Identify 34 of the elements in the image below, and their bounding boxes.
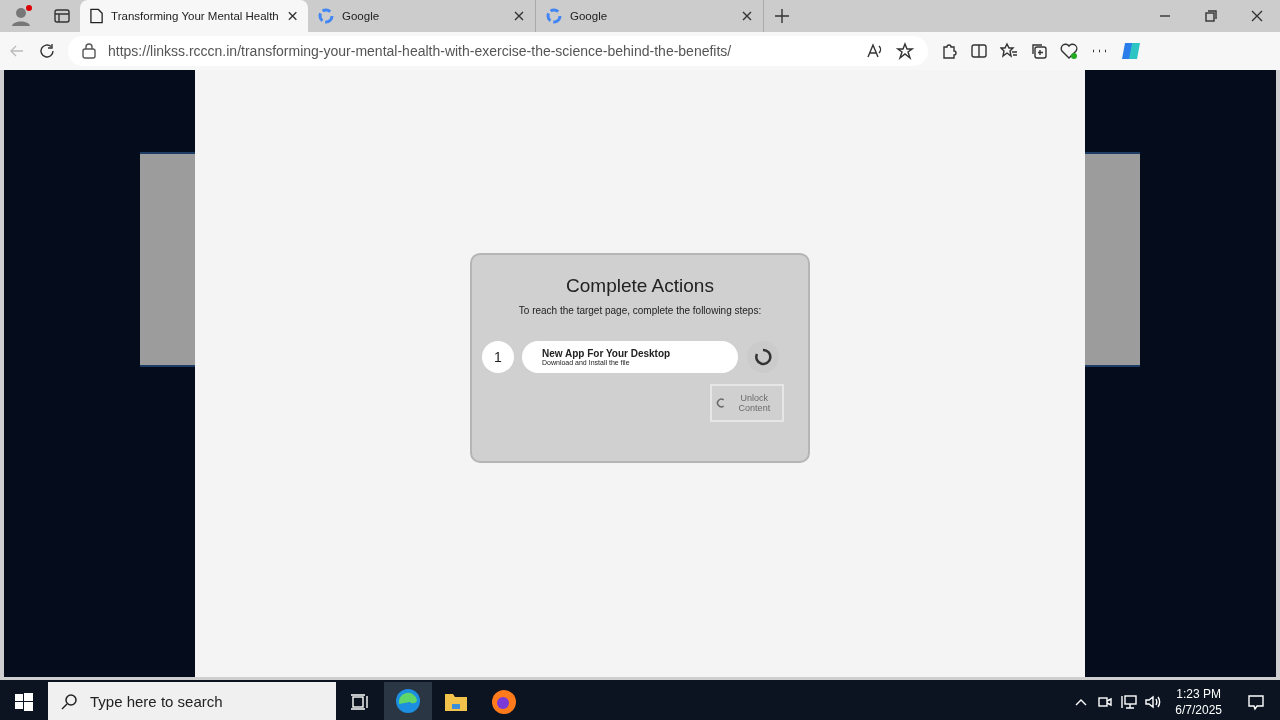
new-tab-icon[interactable] [773, 7, 791, 25]
restore-icon[interactable] [1202, 7, 1220, 25]
extensions-icon[interactable] [940, 42, 958, 60]
close-tab-icon[interactable] [513, 10, 525, 22]
firefox-icon[interactable] [491, 688, 517, 715]
health-icon[interactable] [1060, 42, 1078, 60]
taskbar-clock[interactable]: 1:23 PM 6/7/2025 [1165, 685, 1232, 718]
notifications-icon[interactable] [1247, 692, 1265, 711]
page-icon [90, 8, 104, 24]
browser-tab[interactable]: Transforming Your Mental Health [80, 0, 308, 32]
profile-icon[interactable] [10, 4, 34, 28]
refresh-icon[interactable] [38, 42, 56, 60]
close-tab-icon[interactable] [741, 10, 753, 22]
favorite-icon[interactable] [896, 42, 914, 60]
tab-actions-icon[interactable] [53, 7, 71, 25]
close-tab-icon[interactable] [286, 10, 298, 22]
network-icon[interactable] [1120, 692, 1139, 711]
unlock-icon [716, 396, 727, 410]
split-screen-icon[interactable] [970, 42, 988, 60]
folder-icon[interactable] [444, 691, 468, 712]
taskbar-search-field[interactable]: Type here to search [48, 681, 336, 720]
favorites-icon[interactable] [1000, 42, 1018, 60]
task-view-icon[interactable] [350, 692, 370, 711]
collections-icon[interactable] [1030, 42, 1048, 60]
edge-icon[interactable] [395, 687, 421, 714]
lock-icon [82, 43, 96, 59]
dialog-subtitle: To reach the target page, complete the following steps: [518, 305, 762, 316]
copilot-icon[interactable] [1120, 40, 1142, 62]
read-aloud-icon[interactable] [866, 42, 884, 60]
windows-start-icon[interactable] [15, 692, 33, 711]
search-icon [60, 692, 78, 711]
address-bar[interactable]: https://linkss.rcccn.in/transforming-your-mental-health-with-exercise-the-science-behind-the-benefits/ [68, 36, 928, 66]
dialog-title: Complete Actions [566, 275, 714, 297]
step-number: 1 [482, 341, 514, 373]
